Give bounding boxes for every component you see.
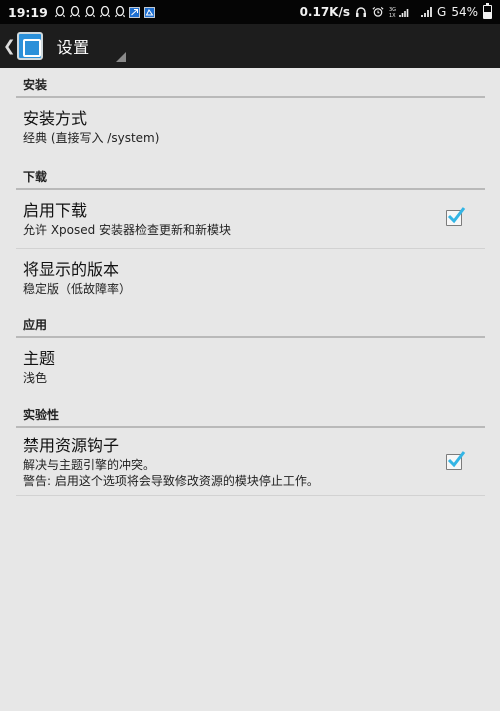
- status-time: 19:19: [8, 4, 48, 20]
- up-button[interactable]: ❮: [0, 24, 57, 68]
- pref-summary: 稳定版（低故障率）: [23, 282, 132, 296]
- spinner-corner-icon: [116, 52, 126, 62]
- network-type: G: [437, 5, 447, 19]
- pref-title: 将显示的版本: [23, 260, 120, 279]
- category-download: 下载: [0, 160, 500, 190]
- pref-summary-warning: 警告: 启用这个选项将会导致修改资源的模块停止工作。: [23, 474, 319, 488]
- qq-icon: [54, 6, 66, 18]
- status-bar: 19:19 0.17K/s 3G 1X G 54%: [0, 0, 500, 24]
- notification-icons: [54, 6, 156, 18]
- settings-list: 安装 安装方式 经典 (直接写入 /system) 下载 启用下载 允许 Xpo…: [0, 68, 500, 496]
- qq-icon: [114, 6, 126, 18]
- pref-disable-resource-hooks[interactable]: 禁用资源钩子 解决与主题引擎的冲突。 警告: 启用这个选项将会导致修改资源的模块…: [0, 428, 500, 496]
- pref-install-method[interactable]: 安装方式 经典 (直接写入 /system): [0, 98, 500, 160]
- qq-icon: [69, 6, 81, 18]
- alarm-icon: [372, 6, 384, 18]
- pref-theme[interactable]: 主题 浅色: [0, 338, 500, 398]
- headset-icon: [355, 6, 367, 18]
- check-icon: [447, 451, 466, 468]
- page-title: 设置: [56, 38, 90, 57]
- status-right: 0.17K/s 3G 1X G 54%: [299, 3, 492, 19]
- pref-title: 主题: [23, 349, 56, 368]
- pref-summary: 允许 Xposed 安装器检查更新和新模块: [23, 223, 232, 237]
- pref-title: 安装方式: [23, 109, 88, 128]
- notification-box-icon: [129, 6, 141, 18]
- net-speed: 0.17K/s: [299, 5, 351, 19]
- chevron-left-icon: ❮: [3, 37, 16, 55]
- notification-box-icon: [144, 6, 156, 18]
- disable-hooks-checkbox[interactable]: [446, 451, 466, 470]
- divider: [16, 495, 485, 496]
- pref-summary: 解决与主题引擎的冲突。: [23, 458, 156, 472]
- enable-download-checkbox[interactable]: [446, 207, 466, 226]
- pref-display-version[interactable]: 将显示的版本 稳定版（低故障率）: [0, 249, 500, 308]
- svg-text:1X: 1X: [389, 13, 396, 18]
- check-icon: [447, 207, 466, 224]
- battery-fill: [484, 11, 491, 18]
- qq-icon: [84, 6, 96, 18]
- qq-icon: [99, 6, 111, 18]
- category-experimental: 实验性: [0, 398, 500, 428]
- category-install: 安装: [0, 68, 500, 98]
- signal-icon: 3G 1X: [389, 6, 415, 18]
- battery-icon: [483, 3, 492, 19]
- pref-enable-download[interactable]: 启用下载 允许 Xposed 安装器检查更新和新模块: [0, 190, 500, 249]
- pref-title: 禁用资源钩子: [23, 436, 120, 455]
- xposed-logo-icon: [16, 32, 43, 60]
- category-app: 应用: [0, 308, 500, 338]
- battery-percent: 54%: [451, 5, 478, 19]
- pref-summary: 浅色: [23, 371, 48, 385]
- signal-strength-icon: [420, 6, 432, 18]
- pref-title: 启用下载: [23, 201, 88, 220]
- pref-summary: 经典 (直接写入 /system): [23, 131, 160, 145]
- action-bar: ❮ 设置: [0, 24, 500, 68]
